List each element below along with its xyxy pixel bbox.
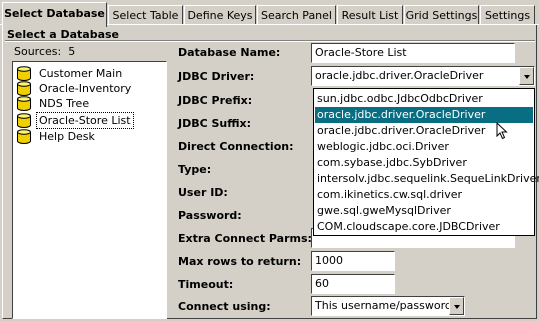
tab-bar: Select Database Select Table Define Keys… xyxy=(0,0,539,27)
dropdown-option[interactable]: weblogic.jdbc.oci.Driver xyxy=(315,139,533,155)
tab-select-database[interactable]: Select Database xyxy=(2,2,107,27)
dropdown-option[interactable]: gwe.sql.gweMysqlDriver xyxy=(315,203,533,219)
timeout-label: Timeout: xyxy=(178,278,234,291)
max-rows-label: Max rows to return: xyxy=(178,255,302,268)
connect-using-label: Connect using: xyxy=(178,300,271,313)
timeout-field[interactable]: 60 xyxy=(311,274,395,294)
dropdown-option-highlighted[interactable]: oracle.jdbc.driver.OracleDriver xyxy=(315,107,533,123)
jdbc-prefix-label: JDBC Prefix: xyxy=(178,94,253,107)
connect-using-value: This username/password xyxy=(315,299,452,312)
sources-label: Sources: xyxy=(14,45,62,58)
list-item-label: Customer Main xyxy=(39,67,123,80)
sources-count: 5 xyxy=(68,45,76,58)
database-name-label: Database Name: xyxy=(178,46,281,59)
password-label: Password: xyxy=(178,209,242,222)
database-list[interactable]: Customer Main Oracle-Inventory NDS Tree … xyxy=(12,61,167,319)
group-divider xyxy=(5,40,535,42)
tab-define-keys[interactable]: Define Keys xyxy=(184,5,256,24)
tab-result-list[interactable]: Result List xyxy=(337,5,403,24)
list-item-label: Help Desk xyxy=(39,130,95,143)
jdbc-driver-dropdown-list[interactable]: sun.jdbc.odbc.JdbcOdbcDriver oracle.jdbc… xyxy=(313,88,539,236)
tab-settings[interactable]: Settings xyxy=(480,5,535,24)
mouse-cursor-icon xyxy=(496,122,508,140)
database-icon xyxy=(17,129,31,144)
database-icon xyxy=(17,81,31,96)
database-icon xyxy=(17,96,31,111)
chevron-down-icon xyxy=(524,75,530,79)
tab-search-panel[interactable]: Search Panel xyxy=(257,5,336,24)
database-icon xyxy=(17,113,31,128)
connect-using-dropdown-button[interactable] xyxy=(449,297,464,315)
database-name-field[interactable]: Oracle-Store List xyxy=(311,43,515,63)
extra-connect-label: Extra Connect Parms: xyxy=(178,232,312,245)
dropdown-option[interactable]: com.ikinetics.cw.sql.driver xyxy=(315,187,533,203)
connect-using-combo[interactable]: This username/password xyxy=(311,296,465,316)
dropdown-option[interactable]: COM.cloudscape.core.JDBCDriver xyxy=(315,219,533,235)
jdbc-driver-combo[interactable]: oracle.jdbc.driver.OracleDriver xyxy=(311,66,535,86)
dropdown-option[interactable]: sun.jdbc.odbc.JdbcOdbcDriver xyxy=(315,91,533,107)
type-label: Type: xyxy=(178,163,212,176)
database-icon xyxy=(17,66,31,81)
jdbc-driver-label: JDBC Driver: xyxy=(178,70,255,83)
jdbc-driver-dropdown-button[interactable] xyxy=(519,67,534,85)
sources-count-label: Sources: 5 xyxy=(14,45,75,58)
direct-connection-label: Direct Connection: xyxy=(178,140,294,153)
max-rows-field[interactable]: 1000 xyxy=(311,251,395,271)
list-item-label: Oracle-Inventory xyxy=(39,82,132,95)
dropdown-option[interactable]: com.sybase.jdbc.SybDriver xyxy=(315,155,533,171)
chevron-down-icon xyxy=(454,305,460,309)
user-id-label: User ID: xyxy=(178,186,228,199)
tab-grid-settings[interactable]: Grid Settings xyxy=(404,5,479,24)
list-item-label: Oracle-Store List xyxy=(36,112,134,129)
tab-select-table[interactable]: Select Table xyxy=(108,5,183,24)
jdbc-suffix-label: JDBC Suffix: xyxy=(178,117,252,130)
dropdown-option[interactable]: intersolv.jdbc.sequelink.SequeLinkDriver xyxy=(315,171,539,187)
list-item-label: NDS Tree xyxy=(39,97,90,110)
jdbc-driver-value: oracle.jdbc.driver.OracleDriver xyxy=(315,69,484,82)
